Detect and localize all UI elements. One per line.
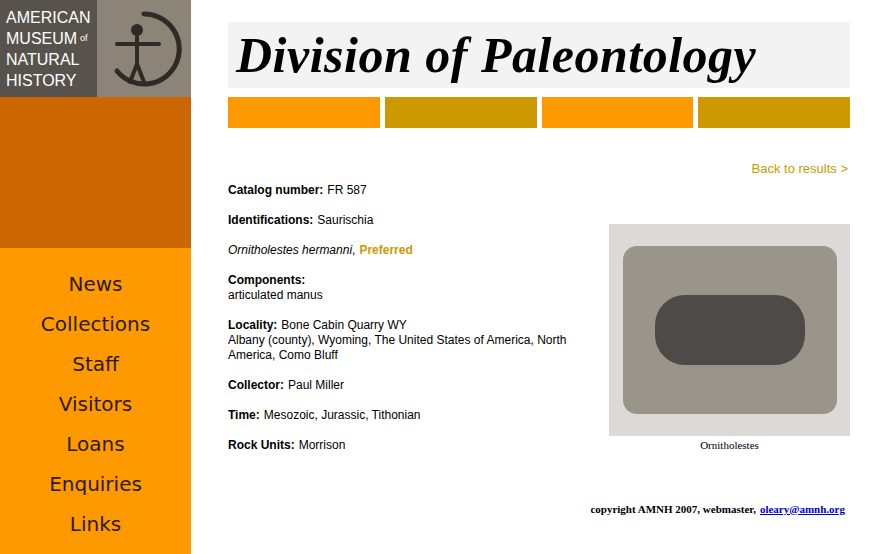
field-label: Components:: [228, 273, 600, 288]
logo-word: MUSEUM: [6, 28, 77, 49]
tab-bars: [228, 97, 850, 128]
record-field: Catalog number: FR 587: [228, 183, 600, 198]
logo-line: MUSEUMof: [6, 28, 97, 49]
field-label: Rock Units:: [228, 438, 295, 452]
logo-word: NATURAL: [6, 49, 80, 70]
taxon-separator: ,: [352, 243, 355, 257]
footer: copyright AMNH 2007, webmaster, oleary@a…: [228, 502, 850, 516]
logo-line: AMERICAN: [6, 7, 97, 28]
field-value: Paul Miller: [288, 378, 344, 392]
field-value: Bone Cabin Quarry WY: [281, 318, 406, 332]
specimen-photo[interactable]: [609, 224, 850, 436]
tab-bar[interactable]: [542, 97, 694, 128]
copyright-text: copyright AMNH 2007, webmaster,: [590, 502, 756, 516]
record-field: Collector: Paul Miller: [228, 378, 600, 393]
logo-of: of: [80, 34, 88, 43]
sidebar-banner: [0, 97, 191, 248]
logo-word: HISTORY: [6, 70, 77, 91]
logo-emblem: [97, 0, 191, 97]
record-details: Catalog number: FR 587 Identifications: Sau…: [228, 183, 600, 468]
photo-caption: Ornitholestes: [700, 438, 759, 452]
record-field: Identifications: Saurischia: [228, 213, 600, 228]
field-label: Catalog number:: [228, 183, 323, 197]
taxon-name: Ornitholestes hermanni: [228, 243, 352, 257]
field-value: Albany (county), Wyoming, The United Sta…: [228, 333, 600, 363]
sidebar-nav: NewsCollectionsStaffVisitorsLoansEnquiri…: [0, 248, 191, 554]
field-value: Mesozoic, Jurassic, Tithonian: [264, 408, 421, 422]
sidebar-item[interactable]: Staff: [72, 344, 119, 384]
webmaster-email-link[interactable]: oleary@amnh.org: [760, 502, 845, 516]
field-label: Collector:: [228, 378, 284, 392]
logo-word: AMERICAN: [6, 7, 90, 28]
logo-line: NATURAL: [6, 49, 97, 70]
preferred-badge: Preferred: [359, 243, 412, 257]
locality-first-line: Locality: Bone Cabin Quarry WY: [228, 318, 600, 333]
tab-bar[interactable]: [698, 97, 850, 128]
record-field: Time: Mesozoic, Jurassic, Tithonian: [228, 408, 600, 423]
field-value: Morrison: [299, 438, 346, 452]
tab-bar[interactable]: [385, 97, 537, 128]
sidebar-item[interactable]: News: [68, 264, 122, 304]
page-header: Division of Paleontology: [228, 22, 850, 88]
sidebar-item[interactable]: Links: [70, 504, 121, 544]
sidebar-item[interactable]: Collections: [41, 304, 150, 344]
field-value: articulated manus: [228, 288, 600, 303]
page-title: Division of Paleontology: [236, 25, 756, 85]
logo-text: AMERICANMUSEUMofNATURALHISTORY: [0, 0, 97, 97]
field-label: Identifications:: [228, 213, 313, 227]
sidebar: AMERICANMUSEUMofNATURALHISTORY NewsColle…: [0, 0, 191, 554]
back-to-results-link[interactable]: Back to results >: [752, 161, 848, 177]
record-field: Rock Units: Morrison: [228, 438, 600, 453]
field-value: FR 587: [327, 183, 366, 197]
sidebar-item[interactable]: Enquiries: [49, 464, 142, 504]
record-field: Locality: Bone Cabin Quarry WYAlbany (cou…: [228, 318, 600, 363]
logo-line: HISTORY: [6, 70, 97, 91]
sidebar-item[interactable]: Visitors: [59, 384, 133, 424]
tab-bar[interactable]: [228, 97, 380, 128]
amnh-logo[interactable]: AMERICANMUSEUMofNATURALHISTORY: [0, 0, 191, 97]
main-content: Division of Paleontology Back to results…: [191, 0, 875, 554]
specimen-figure: Ornitholestes: [609, 224, 850, 468]
field-label: Locality:: [228, 318, 277, 332]
field-value: Saurischia: [317, 213, 373, 227]
record-field: Components:articulated manus: [228, 273, 600, 303]
vitruvian-figure-icon: [103, 8, 185, 90]
taxon-row: Ornitholestes hermanni, Preferred: [228, 243, 600, 258]
field-label: Time:: [228, 408, 260, 422]
sidebar-item[interactable]: Loans: [66, 424, 124, 464]
